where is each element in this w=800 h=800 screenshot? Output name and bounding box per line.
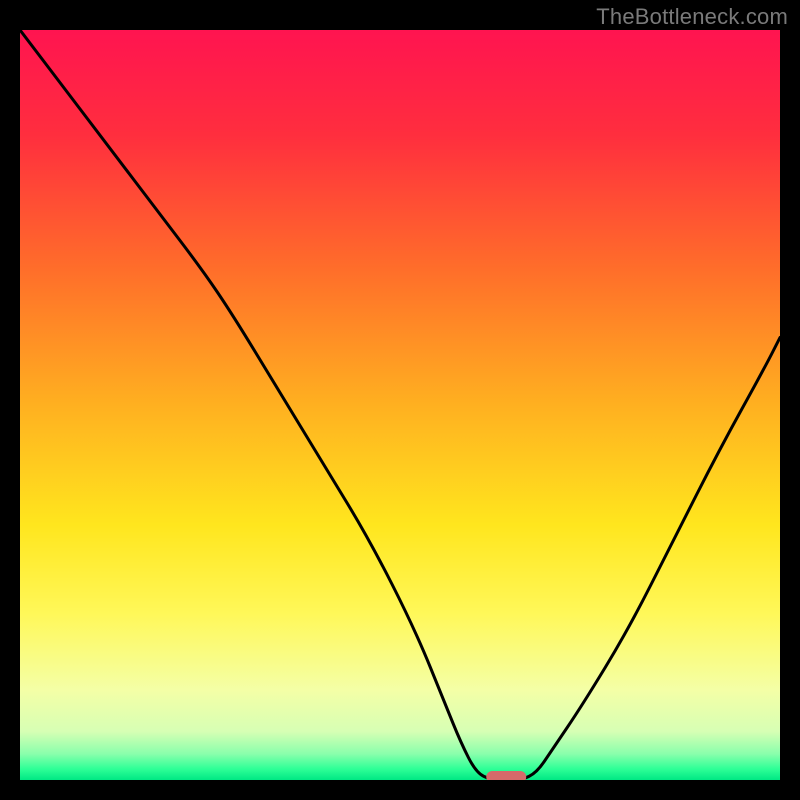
bottleneck-curve [20, 30, 780, 780]
plot-area [20, 30, 780, 780]
watermark-text: TheBottleneck.com [596, 4, 788, 30]
chart-frame: TheBottleneck.com [0, 0, 800, 800]
optimal-marker [487, 771, 527, 780]
